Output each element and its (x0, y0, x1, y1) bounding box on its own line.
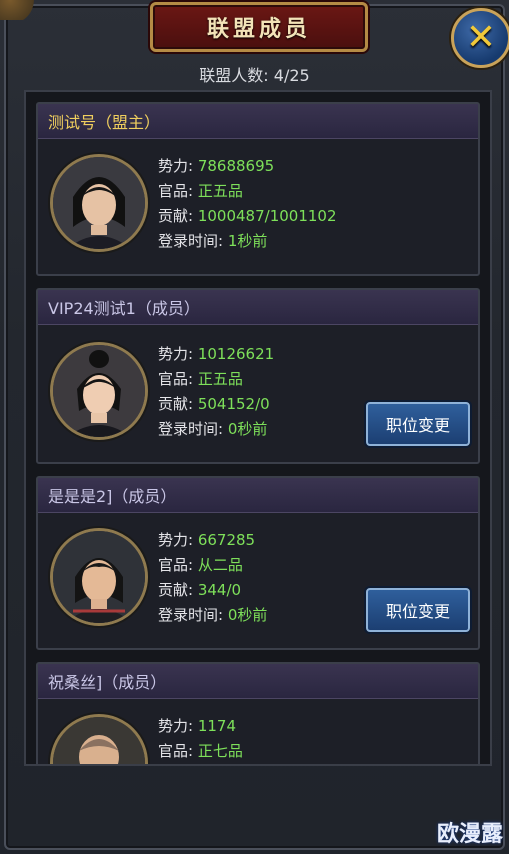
power-label: 势力: (158, 157, 194, 175)
login-label: 登录时间: (158, 232, 224, 250)
member-name-role: VIP24测试1（成员） (38, 290, 478, 325)
contribution-value: 1000487/1001102 (197, 207, 337, 225)
portrait-icon (53, 717, 145, 764)
login-value: 0秒前 (227, 606, 268, 624)
change-role-button[interactable]: 职位变更 (366, 402, 470, 446)
corner-ornament (0, 0, 44, 20)
portrait-icon (53, 531, 145, 623)
member-name-role: 祝桑丝]（成员） (38, 664, 478, 699)
rank-label: 官品: (158, 556, 194, 574)
close-x-icon: ✕ (465, 17, 497, 58)
power-value: 667285 (197, 531, 256, 549)
member-info: 势力: 1174 官品: 正七品 (158, 714, 243, 764)
portrait-icon (53, 157, 145, 249)
member-list[interactable]: 测试号（盟主） 势力: 78688695 官品: 正五品 贡献: 1000487… (24, 90, 492, 766)
avatar[interactable] (50, 528, 148, 626)
login-label: 登录时间: (158, 606, 224, 624)
member-info: 势力: 10126621 官品: 正五品 贡献: 504152/0 登录时间: … (158, 342, 274, 442)
login-label: 登录时间: (158, 420, 224, 438)
rank-value: 正五品 (197, 182, 243, 200)
portrait-icon (53, 345, 145, 437)
rank-label: 官品: (158, 370, 194, 388)
avatar[interactable] (50, 342, 148, 440)
member-card: 是是是2]（成员） 势力: 667285 官品: 从二品 贡献: 344/0 登… (36, 476, 480, 650)
avatar[interactable] (50, 154, 148, 252)
power-value: 78688695 (197, 157, 275, 175)
rank-value: 正七品 (197, 742, 243, 760)
title-plate: 联盟成员 (150, 2, 368, 52)
change-role-button[interactable]: 职位变更 (366, 588, 470, 632)
member-name-role: 测试号（盟主） (38, 104, 478, 139)
member-card: VIP24测试1（成员） 势力: 10126621 官品: 正五品 贡献: 50… (36, 288, 480, 464)
avatar[interactable] (50, 714, 148, 764)
power-value: 10126621 (197, 345, 275, 363)
close-button[interactable]: ✕ (451, 8, 509, 68)
contribution-label: 贡献: (158, 581, 194, 599)
member-count-label: 联盟人数: (199, 66, 269, 85)
login-value: 1秒前 (227, 232, 268, 250)
power-value: 1174 (197, 717, 237, 735)
power-label: 势力: (158, 345, 194, 363)
page-title: 联盟成员 (206, 16, 311, 42)
rank-label: 官品: (158, 182, 194, 200)
contribution-label: 贡献: (158, 207, 194, 225)
power-label: 势力: (158, 717, 194, 735)
rank-value: 从二品 (197, 556, 243, 574)
contribution-label: 贡献: (158, 395, 194, 413)
rank-value: 正五品 (197, 370, 243, 388)
member-card: 测试号（盟主） 势力: 78688695 官品: 正五品 贡献: 1000487… (36, 102, 480, 276)
power-label: 势力: (158, 531, 194, 549)
contribution-value: 344/0 (197, 581, 242, 599)
rank-label: 官品: (158, 742, 194, 760)
login-value: 0秒前 (227, 420, 268, 438)
member-count-value: 4/25 (273, 66, 310, 85)
member-info: 势力: 78688695 官品: 正五品 贡献: 1000487/1001102… (158, 154, 337, 254)
member-name-role: 是是是2]（成员） (38, 478, 478, 513)
contribution-value: 504152/0 (197, 395, 270, 413)
member-count: 联盟人数: 4/25 (0, 62, 509, 86)
member-info: 势力: 667285 官品: 从二品 贡献: 344/0 登录时间: 0秒前 (158, 528, 267, 628)
member-card: 祝桑丝]（成员） 势力: 1174 官品: 正七品 (36, 662, 480, 764)
watermark-text: 欧漫露 (436, 822, 503, 847)
